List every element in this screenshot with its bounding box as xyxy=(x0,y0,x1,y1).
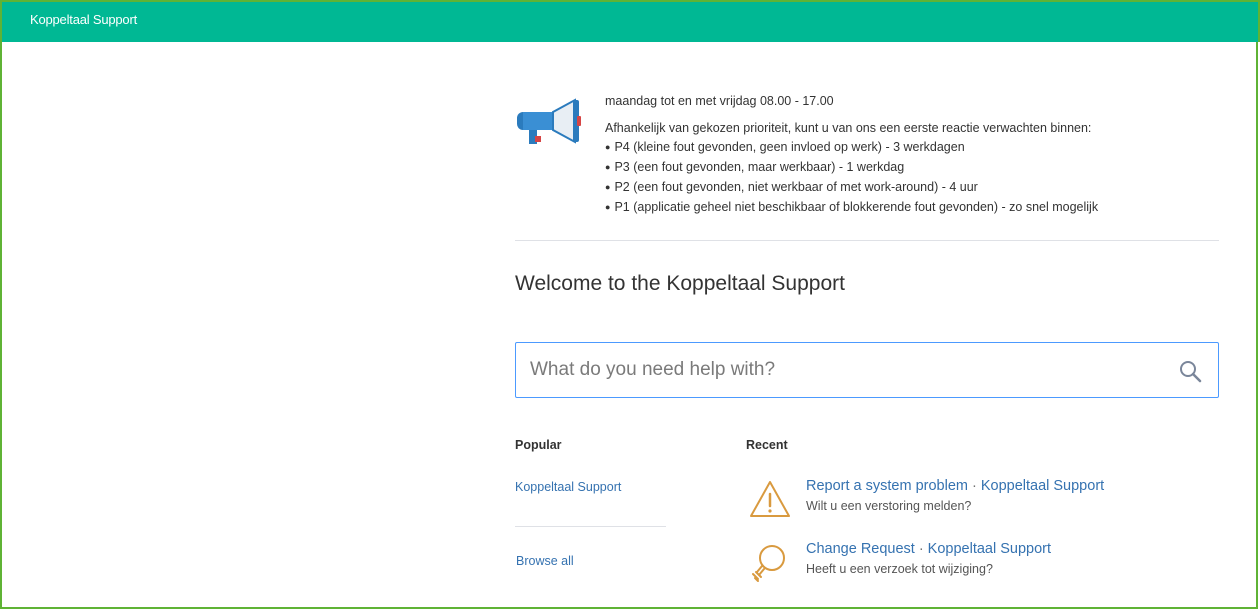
popular-heading: Popular xyxy=(515,438,562,452)
search-icon[interactable] xyxy=(1178,359,1202,383)
priority-item-p3: P3 (een fout gevonden, maar werkbaar) - … xyxy=(605,158,1225,178)
browse-all-link[interactable]: Browse all xyxy=(516,554,574,568)
priority-item-p4: P4 (kleine fout gevonden, geen invloed o… xyxy=(605,138,1225,158)
priority-item-p2: P2 (een fout gevonden, niet werkbaar of … xyxy=(605,178,1225,198)
recent-item-description: Wilt u een verstoring melden? xyxy=(806,499,972,513)
portal-name[interactable]: Koppeltaal Support xyxy=(981,478,1104,494)
support-hours: maandag tot en met vrijdag 08.00 - 17.00 xyxy=(605,94,834,108)
recent-heading: Recent xyxy=(746,438,788,452)
priority-item-p1: P1 (applicatie geheel niet beschikbaar o… xyxy=(605,198,1225,218)
title-separator: · xyxy=(918,541,924,557)
warning-icon xyxy=(750,481,790,517)
priority-list: P4 (kleine fout gevonden, geen invloed o… xyxy=(605,138,1225,218)
megaphone-icon xyxy=(517,98,581,144)
recent-item-title[interactable]: Report a system problem · Koppeltaal Suppo… xyxy=(806,478,1104,494)
title-separator: · xyxy=(971,478,977,494)
top-header-bar: Koppeltaal Support xyxy=(0,0,1260,42)
page-title: Welcome to the Koppeltaal Support xyxy=(515,272,845,295)
lightbulb-icon xyxy=(752,545,785,582)
search-input[interactable] xyxy=(530,343,1150,397)
portal-brand-link[interactable]: Koppeltaal Support xyxy=(30,12,137,27)
priority-intro: Afhankelijk van gekozen prioriteit, kunt… xyxy=(605,121,1092,135)
popular-divider xyxy=(515,526,666,527)
popular-link-koppeltaal-support[interactable]: Koppeltaal Support xyxy=(515,480,621,494)
recent-item-title[interactable]: Change Request · Koppeltaal Support xyxy=(806,541,1051,557)
portal-name[interactable]: Koppeltaal Support xyxy=(928,541,1051,557)
section-divider xyxy=(515,240,1219,241)
recent-item-change-request[interactable]: Change Request · Koppeltaal Support Heeft … xyxy=(746,541,1216,591)
recent-item-description: Heeft u een verzoek tot wijziging? xyxy=(806,562,993,576)
request-type-name[interactable]: Change Request xyxy=(806,541,915,557)
recent-item-report-problem[interactable]: Report a system problem · Koppeltaal Suppo… xyxy=(746,478,1216,528)
announcement-text: maandag tot en met vrijdag 08.00 - 17.00… xyxy=(605,92,1225,218)
request-type-name[interactable]: Report a system problem xyxy=(806,478,968,494)
search-box xyxy=(515,342,1219,398)
